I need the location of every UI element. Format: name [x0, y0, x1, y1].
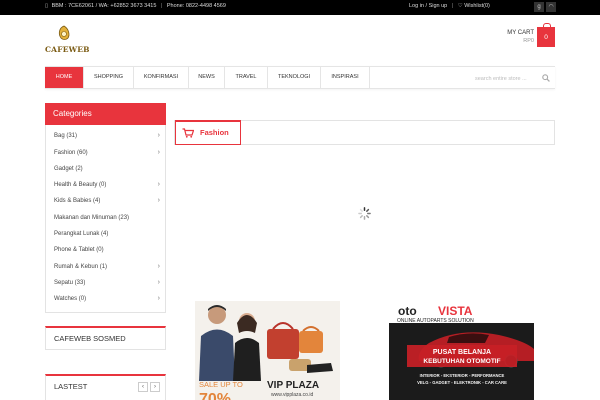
nav-konfirmasi[interactable]: KONFIRMASI: [134, 67, 189, 88]
sale-up-to-text: SALE UP TO: [199, 380, 243, 389]
search-icon[interactable]: [542, 74, 550, 82]
loading-spinner-icon: [358, 207, 371, 220]
chevron-right-icon[interactable]: ›: [158, 180, 160, 190]
category-item[interactable]: Makanan dan Minuman (23): [54, 213, 160, 223]
divider: |: [160, 3, 163, 9]
otovista-headline-2: KEBUTUHAN OTOMOTIF: [423, 358, 500, 365]
cart-bag-icon[interactable]: 0: [537, 23, 555, 47]
next-arrow-icon[interactable]: ›: [150, 382, 160, 392]
chevron-right-icon[interactable]: ›: [158, 278, 160, 288]
otovista-headline-1: PUSAT BELANJA: [433, 349, 491, 356]
google-plus-icon[interactable]: g: [534, 2, 544, 12]
category-item[interactable]: Rumah & Kebun (1) ›: [54, 262, 160, 272]
chevron-right-icon[interactable]: ›: [158, 131, 160, 141]
otovista-banner-art: oto VISTA ONLINE AUTOPARTS SOLUTION PUSA…: [389, 301, 534, 400]
search-input[interactable]: [475, 68, 541, 90]
category-item[interactable]: Sepatu (33) ›: [54, 278, 160, 288]
mini-cart-summary[interactable]: MY CART RP0: [507, 30, 534, 44]
chevron-right-icon[interactable]: ›: [158, 294, 160, 304]
chevron-right-icon[interactable]: ›: [158, 262, 160, 272]
category-item[interactable]: Phone & Tablet (0): [54, 245, 160, 255]
otovista-brand-a: oto: [398, 304, 417, 318]
vip-plaza-brand: VIP PLAZA: [267, 380, 319, 391]
cart-label: MY CART: [507, 30, 534, 36]
category-item[interactable]: Fashion (60) ›: [54, 148, 160, 158]
cart-price: RP0: [523, 38, 534, 44]
vip-plaza-banner-art: SALE UP TO VIP PLAZA www.vipplaza.co.id …: [195, 301, 340, 400]
login-signup-link[interactable]: Log in / Sign up: [409, 3, 447, 9]
otovista-sub-2: VELG - GADGET - ELEKTRONIK - CAR CARE: [417, 380, 507, 385]
nav-shopping[interactable]: SHOPPING: [84, 67, 134, 88]
chevron-right-icon[interactable]: ›: [158, 196, 160, 206]
rss-icon[interactable]: ◠: [546, 2, 556, 12]
section-title: Fashion: [200, 128, 229, 137]
lastest-heading: LASTEST ‹ ›: [45, 374, 166, 400]
divider: |: [451, 3, 454, 9]
phone-text: Phone: 0822-4498 4569: [166, 3, 226, 9]
sosmed-heading: CAFEWEB SOSMED: [45, 326, 166, 350]
vip-plaza-url: www.vipplaza.co.id: [271, 392, 313, 398]
categories-heading: Categories: [45, 103, 166, 125]
top-bar: ▯ BBM : 7CE62061 / WA: +62852 3673 3415 …: [0, 0, 600, 15]
shopping-cart-icon: [182, 128, 194, 138]
category-list: Bag (31) › Fashion (60) › Gadget (2) Healt…: [45, 125, 166, 313]
prev-arrow-icon[interactable]: ‹: [138, 382, 148, 392]
nav-travel[interactable]: TRAVEL: [225, 67, 268, 88]
category-item[interactable]: Bag (31) ›: [54, 131, 160, 141]
search-box: [475, 67, 555, 90]
section-header: Fashion: [174, 120, 555, 145]
site-logo[interactable]: CAFEWEB: [45, 25, 90, 59]
category-item[interactable]: Health & Beauty (0) ›: [54, 180, 160, 190]
heart-icon: ♡: [457, 3, 463, 9]
category-item[interactable]: Perangkat Lunak (4): [54, 229, 160, 239]
cart-count: 0: [544, 34, 548, 41]
phone-icon: ▯: [45, 3, 49, 9]
nav-inspirasi[interactable]: INSPIRASI: [321, 67, 370, 88]
logo-text: CAFEWEB: [45, 45, 90, 54]
otovista-banner[interactable]: oto VISTA ONLINE AUTOPARTS SOLUTION PUSA…: [389, 301, 534, 400]
chevron-right-icon[interactable]: ›: [158, 148, 160, 158]
tab-fashion[interactable]: Fashion: [175, 120, 241, 145]
nav-news[interactable]: NEWS: [189, 67, 225, 88]
sale-percent: 70%: [199, 391, 231, 400]
bbm-wa-text: BBM : 7CE62061 / WA: +62852 3673 3415: [51, 3, 157, 9]
otovista-brand-b: VISTA: [438, 304, 473, 318]
account-links: Log in / Sign up | ♡ Wishlist(0): [409, 3, 490, 9]
category-item[interactable]: Gadget (2): [54, 164, 160, 174]
category-item[interactable]: Watches (0) ›: [54, 294, 160, 304]
category-item[interactable]: Kids & Babies (4) ›: [54, 196, 160, 206]
otovista-tagline: ONLINE AUTOPARTS SOLUTION: [397, 318, 474, 324]
wishlist-link[interactable]: Wishlist(0): [464, 3, 490, 9]
nav-home[interactable]: HOME: [45, 67, 84, 88]
nav-teknologi[interactable]: TEKNOLOGI: [268, 67, 321, 88]
contact-info: ▯ BBM : 7CE62061 / WA: +62852 3673 3415 …: [45, 3, 226, 9]
otovista-sub-1: INTERIOR - EKSTERIOR - PERFORMANCE: [420, 373, 505, 378]
logo-badge-icon: [58, 25, 70, 40]
main-navigation: HOME SHOPPING KONFIRMASI NEWS TRAVEL TEK…: [45, 66, 555, 90]
vip-plaza-banner[interactable]: SALE UP TO VIP PLAZA www.vipplaza.co.id …: [195, 301, 340, 400]
